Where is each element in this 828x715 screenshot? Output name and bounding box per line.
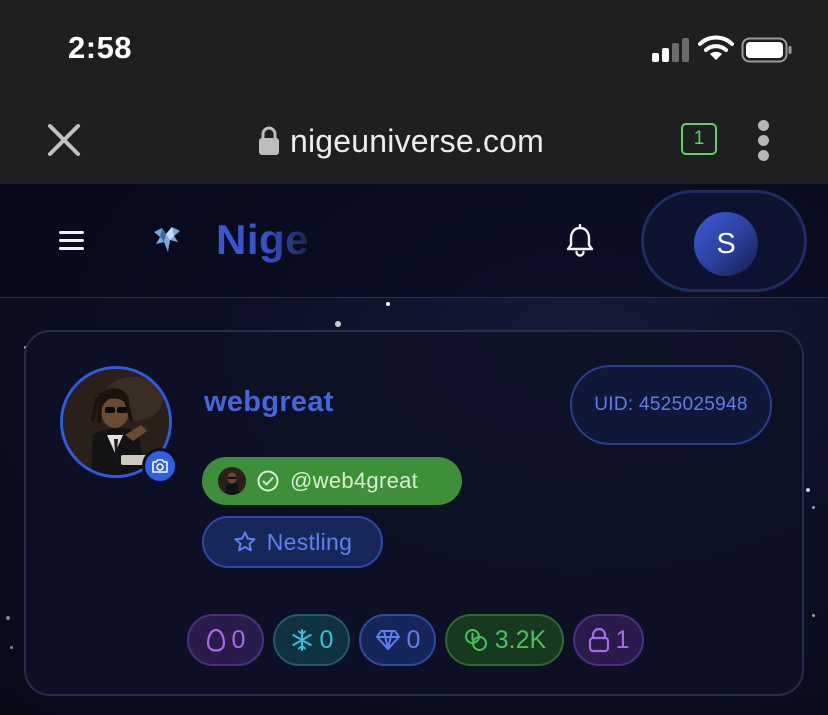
notifications-bell-icon[interactable] xyxy=(564,224,596,258)
star-decoration xyxy=(10,646,13,649)
more-vertical-icon xyxy=(758,120,769,131)
brand-name[interactable]: Nige xyxy=(216,216,309,264)
uid-badge[interactable]: UID: 4525025948 xyxy=(570,365,772,445)
linked-account-badge[interactable]: @web4great xyxy=(202,457,462,505)
star-decoration xyxy=(812,614,815,617)
linked-account-handle: @web4great xyxy=(290,468,419,493)
rank-badge[interactable]: Nestling xyxy=(202,516,383,568)
stat-eggs[interactable]: 0 xyxy=(187,614,264,666)
hamburger-menu-button[interactable] xyxy=(59,228,85,252)
linked-account-avatar xyxy=(218,467,246,495)
wifi-icon xyxy=(698,35,734,60)
stat-diamonds[interactable]: 0 xyxy=(359,614,436,666)
camera-icon xyxy=(152,459,168,473)
profile-avatar-wrapper xyxy=(60,366,178,484)
close-icon xyxy=(48,124,80,156)
top-navigation: Nige S xyxy=(0,184,828,298)
stat-coins[interactable]: 3.2K xyxy=(445,614,564,666)
star-decoration xyxy=(6,616,10,620)
nige-logo-icon xyxy=(154,227,180,252)
snowflake-icon xyxy=(291,629,312,651)
status-time: 2:58 xyxy=(68,30,133,65)
lock-icon xyxy=(259,126,279,155)
stat-locked[interactable]: 1 xyxy=(573,614,644,666)
stat-coins-value: 3.2K xyxy=(494,625,547,654)
coins-icon xyxy=(464,629,487,651)
stat-eggs-value: 0 xyxy=(231,625,246,654)
tab-switcher-button[interactable]: 1 xyxy=(681,123,717,155)
stat-snowflakes-value: 0 xyxy=(319,625,334,654)
change-photo-button[interactable] xyxy=(142,448,178,484)
profile-username: webgreat xyxy=(204,386,334,418)
egg-icon xyxy=(206,628,225,652)
profile-card: webgreat UID: 4525025948 @web4great Nest… xyxy=(24,330,804,696)
close-tab-button[interactable] xyxy=(42,118,86,162)
star-icon xyxy=(234,531,256,552)
battery-icon xyxy=(741,37,792,63)
cellular-signal-icon xyxy=(652,38,690,62)
diamond-icon xyxy=(375,630,400,650)
star-decoration xyxy=(812,506,815,509)
star-decoration xyxy=(335,321,341,327)
stat-diamonds-value: 0 xyxy=(406,625,421,654)
rank-label: Nestling xyxy=(266,528,353,555)
account-menu-button[interactable]: S xyxy=(641,190,807,292)
star-decoration xyxy=(386,302,390,306)
stat-locked-value: 1 xyxy=(615,625,630,654)
verified-check-icon xyxy=(257,470,279,492)
lock-icon xyxy=(588,627,609,653)
account-avatar: S xyxy=(694,212,758,276)
browser-chrome: 2:58 nigeuniverse.com 1 xyxy=(0,0,828,184)
address-bar[interactable]: nigeuniverse.com xyxy=(258,120,544,162)
star-decoration xyxy=(806,488,810,492)
stat-snowflakes[interactable]: 0 xyxy=(273,614,350,666)
url-domain: nigeuniverse.com xyxy=(290,122,544,159)
page: Nige S webgreat UID: 4525025948 @web4gre… xyxy=(0,184,828,715)
more-options-button[interactable] xyxy=(756,120,772,162)
